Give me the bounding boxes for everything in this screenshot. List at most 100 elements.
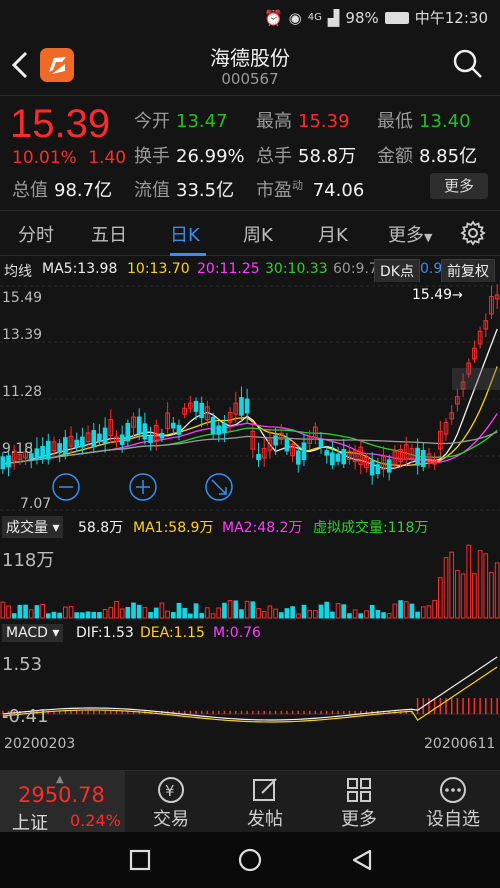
candle (34, 448, 40, 460)
active-tab-indicator (170, 253, 206, 256)
volume-bar (455, 570, 460, 619)
candle (375, 464, 381, 475)
back-nav-icon[interactable] (350, 848, 374, 872)
header: 海德股份 000567 (0, 32, 500, 94)
volume-bar (210, 613, 216, 619)
volume-value: 58.8万 (78, 520, 124, 536)
volume-bar (148, 612, 153, 619)
candle (324, 450, 330, 456)
ma10-value: 10:13.70 (127, 261, 190, 277)
volume-bar (6, 605, 11, 619)
tab-weekly-k[interactable]: 周K (243, 221, 273, 247)
quote-low: 最低 13.40 (377, 111, 471, 132)
candle (284, 439, 290, 452)
home-icon[interactable] (237, 847, 263, 873)
more-button[interactable]: 更多 (322, 775, 396, 831)
volume-bar (369, 604, 375, 619)
candle (210, 417, 216, 435)
recents-icon[interactable] (128, 848, 152, 872)
candle (0, 456, 6, 470)
candle (216, 425, 222, 435)
more-quote-button[interactable]: 更多 (430, 173, 488, 199)
more-dots-icon (440, 777, 466, 803)
volume-bar (85, 611, 91, 619)
post-button[interactable]: 发帖 (228, 775, 302, 831)
stock-code: 000567 (221, 70, 279, 88)
alarm-icon: ⏰ (263, 8, 283, 27)
volume-bar (222, 602, 227, 619)
tab-more[interactable]: 更多▼ (388, 221, 432, 247)
volume-bar (205, 607, 210, 619)
volume-chart[interactable]: 118万 (0, 540, 500, 620)
settings-gear-icon[interactable] (460, 220, 486, 246)
y-tick-bottom: 7.07 (20, 496, 51, 512)
ma5-value: MA5:13.98 (42, 261, 118, 277)
volume-bar (284, 608, 290, 619)
volume-bar (244, 600, 250, 619)
volume-bar (216, 607, 222, 619)
y-tick-2: 13.39 (2, 327, 42, 343)
candle (295, 450, 301, 465)
index-change: 0.24% (70, 811, 121, 830)
highlight-band (452, 368, 500, 390)
y-tick-4: 9.18 (2, 441, 33, 457)
index-value: 2950.78 (18, 783, 105, 807)
quote-market-cap: 总值 98.7亿 (12, 180, 113, 201)
candle (148, 435, 153, 444)
tab-monthly-k[interactable]: 月K (318, 221, 348, 247)
volume-bar (57, 612, 62, 619)
volume-bar (386, 613, 392, 619)
dk-point-toggle[interactable]: DK点 (374, 259, 420, 282)
candle (159, 432, 165, 439)
volume-bar (415, 611, 420, 619)
ma60-value: 60:9.7 (333, 261, 378, 277)
volume-selector[interactable]: 成交量 ▾ (2, 516, 64, 538)
post-label: 发帖 (247, 809, 283, 830)
volume-bar (432, 599, 437, 619)
kline-chart[interactable]: 15.49 13.39 11.28 9.18 7.07 15.49 → (0, 284, 500, 512)
change-percent: 10.01% (12, 148, 77, 168)
quote-pe: 市盈动 74.06 (256, 179, 365, 201)
volume-bar (193, 603, 199, 619)
candle (199, 402, 205, 419)
volume-bar (74, 612, 80, 619)
caret-down-icon: ▼ (424, 231, 433, 244)
volume-bar (403, 601, 409, 619)
volume-bar (182, 607, 187, 619)
tab-daily-k[interactable]: 日K (170, 221, 200, 247)
volume-bar (108, 607, 114, 619)
candle (97, 433, 102, 442)
volume-bar (324, 601, 330, 619)
volume-bar (97, 612, 102, 619)
quote-total-volume: 总手 58.8万 (256, 146, 357, 167)
volume-bar (426, 605, 432, 619)
tab-five-day[interactable]: 五日 (91, 221, 127, 247)
volume-bar (176, 602, 182, 619)
forward-adjust-toggle[interactable]: 前复权 (441, 259, 495, 282)
macd-chart[interactable]: 1.53 -0.41 20200203 20200611 (0, 648, 500, 768)
battery-icon (384, 11, 409, 24)
macd-axis-top: 1.53 (2, 654, 42, 675)
current-price: 15.39 (10, 102, 111, 146)
watchlist-button[interactable]: 设自选 (416, 775, 490, 831)
macd-selector[interactable]: MACD ▾ (2, 624, 64, 642)
volume-bar (398, 600, 403, 619)
volume-bar (68, 606, 74, 619)
tab-intraday[interactable]: 分时 (18, 221, 54, 247)
trade-button[interactable]: ¥ 交易 (134, 775, 208, 831)
volume-bar (483, 553, 489, 619)
volume-bar (227, 599, 233, 619)
volume-bar (28, 609, 34, 619)
candle (244, 398, 250, 414)
volume-ma2: MA2:48.2万 (222, 520, 303, 536)
candle (341, 449, 347, 465)
index-ticker[interactable]: ▲ 2950.78 上证 0.24% (0, 771, 125, 834)
quote-turnover: 换手 26.99% (134, 146, 245, 167)
volume-bar (23, 604, 28, 619)
search-icon[interactable] (452, 48, 484, 80)
volume-bar (34, 605, 40, 619)
volume-bar (341, 604, 347, 619)
signal-label: 4G (307, 12, 322, 23)
volume-bar (352, 609, 358, 619)
high-marker-arrow: → (452, 288, 463, 303)
